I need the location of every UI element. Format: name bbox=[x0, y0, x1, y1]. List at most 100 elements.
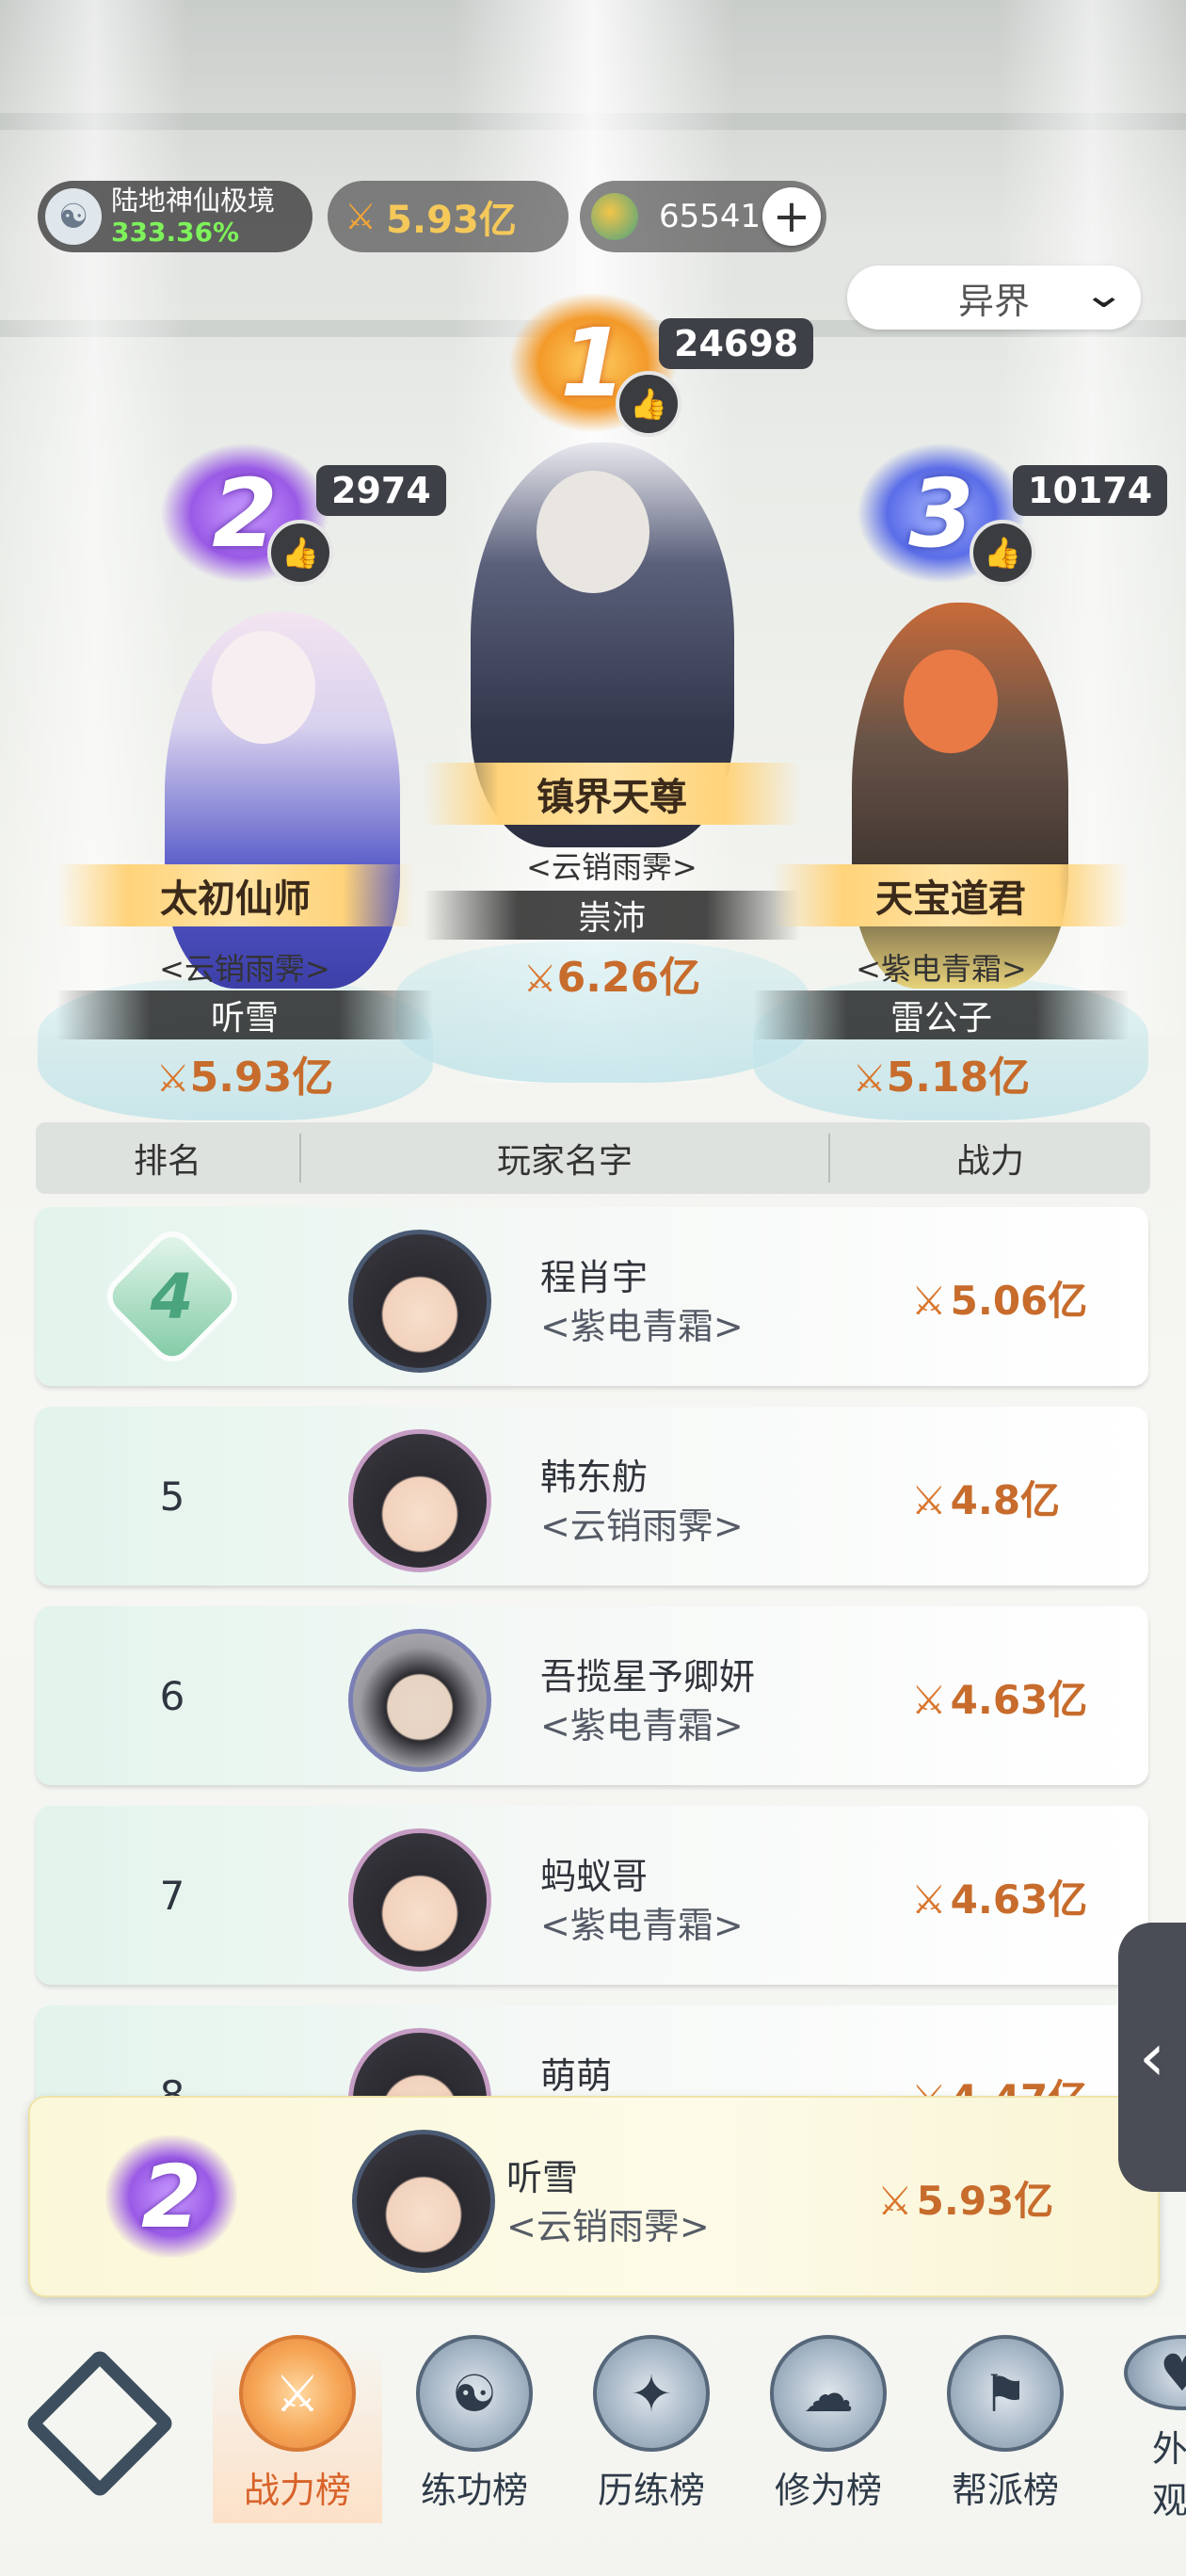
my-rank-badge: 2 bbox=[105, 2135, 237, 2258]
currency-value: 65541 bbox=[659, 198, 761, 235]
avatar[interactable] bbox=[348, 1429, 491, 1572]
realm-avatar-icon: ☯ bbox=[45, 188, 102, 245]
rank-cell: 7 bbox=[159, 1872, 185, 1919]
tab-combat-power[interactable]: ⚔ 战力榜 bbox=[213, 2335, 382, 2523]
tab-label: 修为榜 bbox=[774, 2470, 882, 2511]
jade-coin-icon bbox=[591, 193, 638, 240]
tab-label: 外观 bbox=[1152, 2428, 1186, 2521]
rank-1-name: 崇沛 bbox=[424, 891, 800, 940]
rank-2-power: ⚔5.93亿 bbox=[155, 1054, 334, 1102]
add-currency-button[interactable]: + bbox=[762, 187, 821, 246]
thumbs-up-icon[interactable]: 👍 bbox=[267, 520, 333, 586]
power-chip: ⚔ 5.93亿 bbox=[328, 181, 569, 252]
player-guild: <紫电青霜> bbox=[540, 1905, 744, 1946]
player-name: 萌萌 bbox=[540, 2055, 613, 2097]
realm-dropdown-value: 异界 bbox=[957, 280, 1030, 322]
tab-guild[interactable]: ⚑ 帮派榜 bbox=[921, 2335, 1090, 2523]
rank-1-guild: <云销雨霁> bbox=[526, 849, 697, 885]
sword-icon: ⚔ bbox=[345, 196, 377, 237]
rank-3-name: 雷公子 bbox=[753, 990, 1130, 1039]
sword-icon: ⚔ bbox=[852, 1057, 887, 1101]
tab-label: 历练榜 bbox=[597, 2470, 705, 2511]
player-name: 程肖宇 bbox=[540, 1257, 649, 1298]
chevron-left-icon: ‹ bbox=[1139, 2019, 1165, 2096]
player-power: ⚔5.93亿 bbox=[877, 2178, 1054, 2224]
table-row[interactable]: 6 吾揽星予卿妍 <紫电青霜> ⚔4.63亿 bbox=[36, 1606, 1148, 1785]
compass-star-icon: ✦ bbox=[593, 2335, 710, 2452]
tab-appearance[interactable]: ♥ 外观 bbox=[1098, 2335, 1186, 2523]
rank-2-head bbox=[212, 631, 315, 744]
side-panel-toggle[interactable]: ‹ bbox=[1118, 1923, 1186, 2192]
sword-icon: ⚔ bbox=[877, 2178, 913, 2224]
tab-training[interactable]: ☯ 练功榜 bbox=[390, 2335, 559, 2523]
rank-1-likes: 24698 bbox=[659, 318, 814, 369]
rank-2-name: 听雪 bbox=[56, 990, 433, 1039]
rank-1-title: 镇界天尊 bbox=[424, 763, 800, 825]
leaderboard-header: 排名 玩家名字 战力 bbox=[36, 1122, 1150, 1194]
currency-chip: 65541 + bbox=[580, 181, 826, 252]
rank-cell: 6 bbox=[159, 1672, 185, 1719]
player-name: 蚂蚁哥 bbox=[540, 1856, 649, 1897]
rank-3-head bbox=[904, 650, 998, 753]
player-power: ⚔4.63亿 bbox=[911, 1677, 1088, 1723]
tab-label: 战力榜 bbox=[243, 2470, 351, 2511]
table-row[interactable]: 5 韩东舫 <云销雨霁> ⚔4.8亿 bbox=[36, 1407, 1148, 1586]
rank-4-badge: 4 bbox=[105, 1230, 239, 1363]
header-power: 战力 bbox=[955, 1142, 1024, 1181]
rank-2-guild: <云销雨霁> bbox=[159, 951, 330, 987]
rank-2-title: 太初仙师 bbox=[56, 864, 414, 926]
player-power: ⚔4.8亿 bbox=[911, 1477, 1061, 1523]
player-guild: <紫电青霜> bbox=[540, 1306, 744, 1347]
avatar[interactable] bbox=[348, 1828, 491, 1972]
tab-cultivation[interactable]: ☁ 修为榜 bbox=[744, 2335, 913, 2523]
rank-3-power: ⚔5.18亿 bbox=[852, 1054, 1031, 1102]
player-name: 韩东舫 bbox=[540, 1457, 649, 1498]
header-player: 玩家名字 bbox=[299, 1134, 830, 1183]
my-rank-row[interactable]: 2 听雪 <云销雨霁> ⚔5.93亿 bbox=[28, 2096, 1160, 2297]
rank-3-guild: <紫电青霜> bbox=[856, 951, 1027, 987]
banner-icon: ⚑ bbox=[947, 2335, 1064, 2452]
sword-icon: ⚔ bbox=[911, 1876, 947, 1923]
chevron-down-icon: ⌄ bbox=[1082, 273, 1127, 316]
power-value: 5.93亿 bbox=[386, 199, 517, 242]
rank-3-title: 天宝道君 bbox=[772, 864, 1130, 926]
player-guild: <云销雨霁> bbox=[540, 1505, 744, 1547]
avatar[interactable] bbox=[352, 2130, 495, 2273]
player-guild: <云销雨霁> bbox=[506, 2206, 710, 2247]
avatar[interactable] bbox=[348, 1629, 491, 1772]
realm-percent: 333.36% bbox=[111, 217, 240, 248]
rank-3-likes: 10174 bbox=[1013, 465, 1168, 516]
meditation-icon: ☁ bbox=[770, 2335, 887, 2452]
realm-dropdown[interactable]: 异界 ⌄ bbox=[847, 266, 1141, 330]
rank-2-likes: 2974 bbox=[316, 465, 446, 516]
sword-icon: ⚔ bbox=[155, 1057, 190, 1101]
header-rank: 排名 bbox=[133, 1142, 201, 1181]
menu-diamond-icon[interactable] bbox=[24, 2347, 176, 2500]
table-row[interactable]: 7 蚂蚁哥 <紫电青霜> ⚔4.63亿 bbox=[36, 1806, 1148, 1985]
thumbs-up-icon[interactable]: 👍 bbox=[970, 520, 1035, 586]
sword-icon: ⚔ bbox=[522, 958, 557, 1001]
avatar[interactable] bbox=[348, 1230, 491, 1373]
player-name: 吾揽星予卿妍 bbox=[540, 1656, 756, 1698]
outfit-icon: ♥ bbox=[1124, 2335, 1186, 2410]
thumbs-up-icon[interactable]: 👍 bbox=[616, 371, 681, 437]
realm-chip[interactable]: ☯ 陆地神仙极境 333.36% bbox=[38, 181, 313, 252]
rank-1-power: ⚔6.26亿 bbox=[522, 954, 701, 1002]
table-row[interactable]: 4 程肖宇 <紫电青霜> ⚔5.06亿 bbox=[36, 1207, 1148, 1386]
rank-cell: 4 bbox=[36, 1207, 309, 1386]
player-guild: <紫电青霜> bbox=[540, 1705, 744, 1747]
realm-name: 陆地神仙极境 bbox=[111, 185, 276, 217]
crossed-swords-icon: ⚔ bbox=[239, 2335, 356, 2452]
tab-experience[interactable]: ✦ 历练榜 bbox=[567, 2335, 736, 2523]
rank-cell: 5 bbox=[159, 1473, 185, 1520]
sword-icon: ⚔ bbox=[911, 1477, 947, 1523]
player-power: ⚔4.63亿 bbox=[911, 1876, 1088, 1923]
sword-icon: ⚔ bbox=[911, 1278, 947, 1324]
player-name: 听雪 bbox=[506, 2157, 579, 2198]
sword-icon: ⚔ bbox=[911, 1677, 947, 1723]
player-power: ⚔5.06亿 bbox=[911, 1278, 1088, 1324]
yin-yang-icon: ☯ bbox=[416, 2335, 533, 2452]
tab-label: 练功榜 bbox=[420, 2470, 528, 2511]
tab-label: 帮派榜 bbox=[951, 2470, 1059, 2511]
rank-1-head bbox=[537, 471, 649, 593]
